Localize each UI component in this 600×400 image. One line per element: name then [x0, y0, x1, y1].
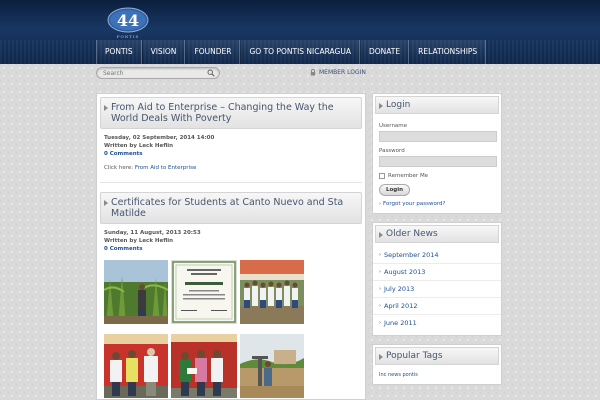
photo-group-certificates[interactable] — [240, 260, 304, 324]
news-link[interactable]: April 2012 — [384, 302, 417, 310]
divider — [100, 171, 362, 183]
site-header: 44 PONTIS PONTIS VISION FOUNDER GO TO PO… — [0, 0, 600, 64]
comments-link[interactable]: 0 Comments — [104, 151, 143, 157]
chevron-right-icon: › — [379, 320, 381, 326]
photo-certificate[interactable] — [171, 260, 237, 324]
nav-item-donate[interactable]: DONATE — [359, 40, 410, 64]
login-button[interactable]: Login — [379, 184, 411, 196]
login-module: Login Username Password Remember Me Logi… — [372, 93, 502, 214]
member-login-label: MEMBER LOGIN — [319, 69, 366, 76]
nav-item-pontis[interactable]: PONTIS — [96, 40, 142, 64]
article-title-link[interactable]: Certificates for Students at Canto Nuevo… — [111, 197, 355, 219]
article-title-link[interactable]: From Aid to Enterprise – Changing the Wa… — [111, 102, 355, 124]
list-item[interactable]: › September 2014 — [373, 247, 501, 264]
article-title-bar: Certificates for Students at Canto Nuevo… — [100, 192, 362, 224]
sidebar: Login Username Password Remember Me Logi… — [372, 93, 502, 393]
list-item[interactable]: › June 2011 — [373, 315, 501, 331]
pontis-logo[interactable]: 44 — [106, 6, 150, 36]
username-label: Username — [379, 123, 408, 129]
popular-tags-heading: Popular Tags — [375, 347, 499, 365]
nav-item-relationships[interactable]: RELATIONSHIPS — [409, 40, 487, 64]
chevron-right-icon: › — [379, 252, 381, 258]
search-input[interactable] — [97, 68, 197, 78]
older-news-heading: Older News — [375, 225, 499, 243]
photo-corn-field[interactable] — [104, 260, 168, 324]
article-author: Written by Leck Heflin — [104, 238, 174, 244]
main-content: From Aid to Enterprise – Changing the Wa… — [96, 93, 366, 400]
article-author: Written by Leck Heflin — [104, 143, 174, 149]
chevron-right-icon: › — [379, 269, 381, 275]
aid-to-enterprise-link[interactable]: From Aid to Enterprise — [135, 165, 196, 171]
comments-link[interactable]: 0 Comments — [104, 246, 143, 252]
nav-item-vision[interactable]: VISION — [141, 40, 186, 64]
article: From Aid to Enterprise – Changing the Wa… — [97, 97, 365, 189]
article-meta: Sunday, 11 August, 2013 20:53 Written by… — [97, 230, 365, 252]
remember-me-checkbox[interactable] — [379, 173, 385, 179]
login-heading: Login — [375, 96, 499, 114]
news-link[interactable]: June 2011 — [384, 319, 417, 327]
photo-people-red-wall[interactable] — [104, 334, 168, 398]
lock-icon — [310, 69, 316, 76]
older-news-list: › September 2014 › August 2013 › July 2013 … — [373, 245, 501, 335]
news-link[interactable]: July 2013 — [384, 285, 414, 293]
older-news-module: Older News › September 2014 › August 2013 … — [372, 222, 502, 336]
password-field[interactable] — [379, 156, 497, 167]
login-form: Username Password Remember Me Login › Fo… — [373, 116, 501, 213]
main-nav: PONTIS VISION FOUNDER GO TO PONTIS NICAR… — [96, 40, 506, 64]
photo-group-red-wall[interactable] — [171, 334, 237, 398]
list-item[interactable]: › August 2013 — [373, 264, 501, 281]
news-link[interactable]: September 2014 — [384, 251, 439, 259]
photo-gallery — [97, 260, 365, 398]
chevron-right-icon: › — [379, 201, 381, 207]
search-box — [96, 67, 220, 79]
article-title-bar: From Aid to Enterprise – Changing the Wa… — [100, 97, 362, 129]
forgot-password-link[interactable]: Forgot your password? — [383, 201, 445, 207]
remember-me-row: Remember Me — [379, 173, 495, 179]
password-label: Password — [379, 148, 405, 154]
logo-wordmark: PONTIS — [116, 34, 140, 39]
forgot-password-row: › Forgot your password? — [379, 201, 495, 207]
list-item[interactable]: › April 2012 — [373, 298, 501, 315]
news-link[interactable]: August 2013 — [384, 268, 425, 276]
tag-cloud[interactable]: Inc news pontis — [373, 367, 501, 384]
chevron-right-icon: › — [379, 286, 381, 292]
svg-text:44: 44 — [117, 11, 139, 30]
search-icon[interactable] — [207, 69, 215, 77]
body-prefix: Click here: — [104, 165, 134, 171]
photo-water-pump[interactable] — [240, 334, 304, 398]
list-item[interactable]: › July 2013 — [373, 281, 501, 298]
article: Certificates for Students at Canto Nuevo… — [97, 192, 365, 400]
article-meta: Tuesday, 02 September, 2014 14:00 Writte… — [97, 135, 365, 171]
popular-tags-module: Popular Tags Inc news pontis — [372, 344, 502, 385]
username-field[interactable] — [379, 131, 497, 142]
utility-bar: MEMBER LOGIN — [96, 64, 506, 84]
chevron-right-icon: › — [379, 303, 381, 309]
nav-item-go-to-pontis-nicaragua[interactable]: GO TO PONTIS NICARAGUA — [240, 40, 360, 64]
nav-item-founder[interactable]: FOUNDER — [185, 40, 241, 64]
member-login-link[interactable]: MEMBER LOGIN — [310, 69, 366, 76]
article-date: Tuesday, 02 September, 2014 14:00 — [104, 135, 215, 141]
article-date: Sunday, 11 August, 2013 20:53 — [104, 230, 201, 236]
remember-me-label: Remember Me — [388, 173, 429, 179]
